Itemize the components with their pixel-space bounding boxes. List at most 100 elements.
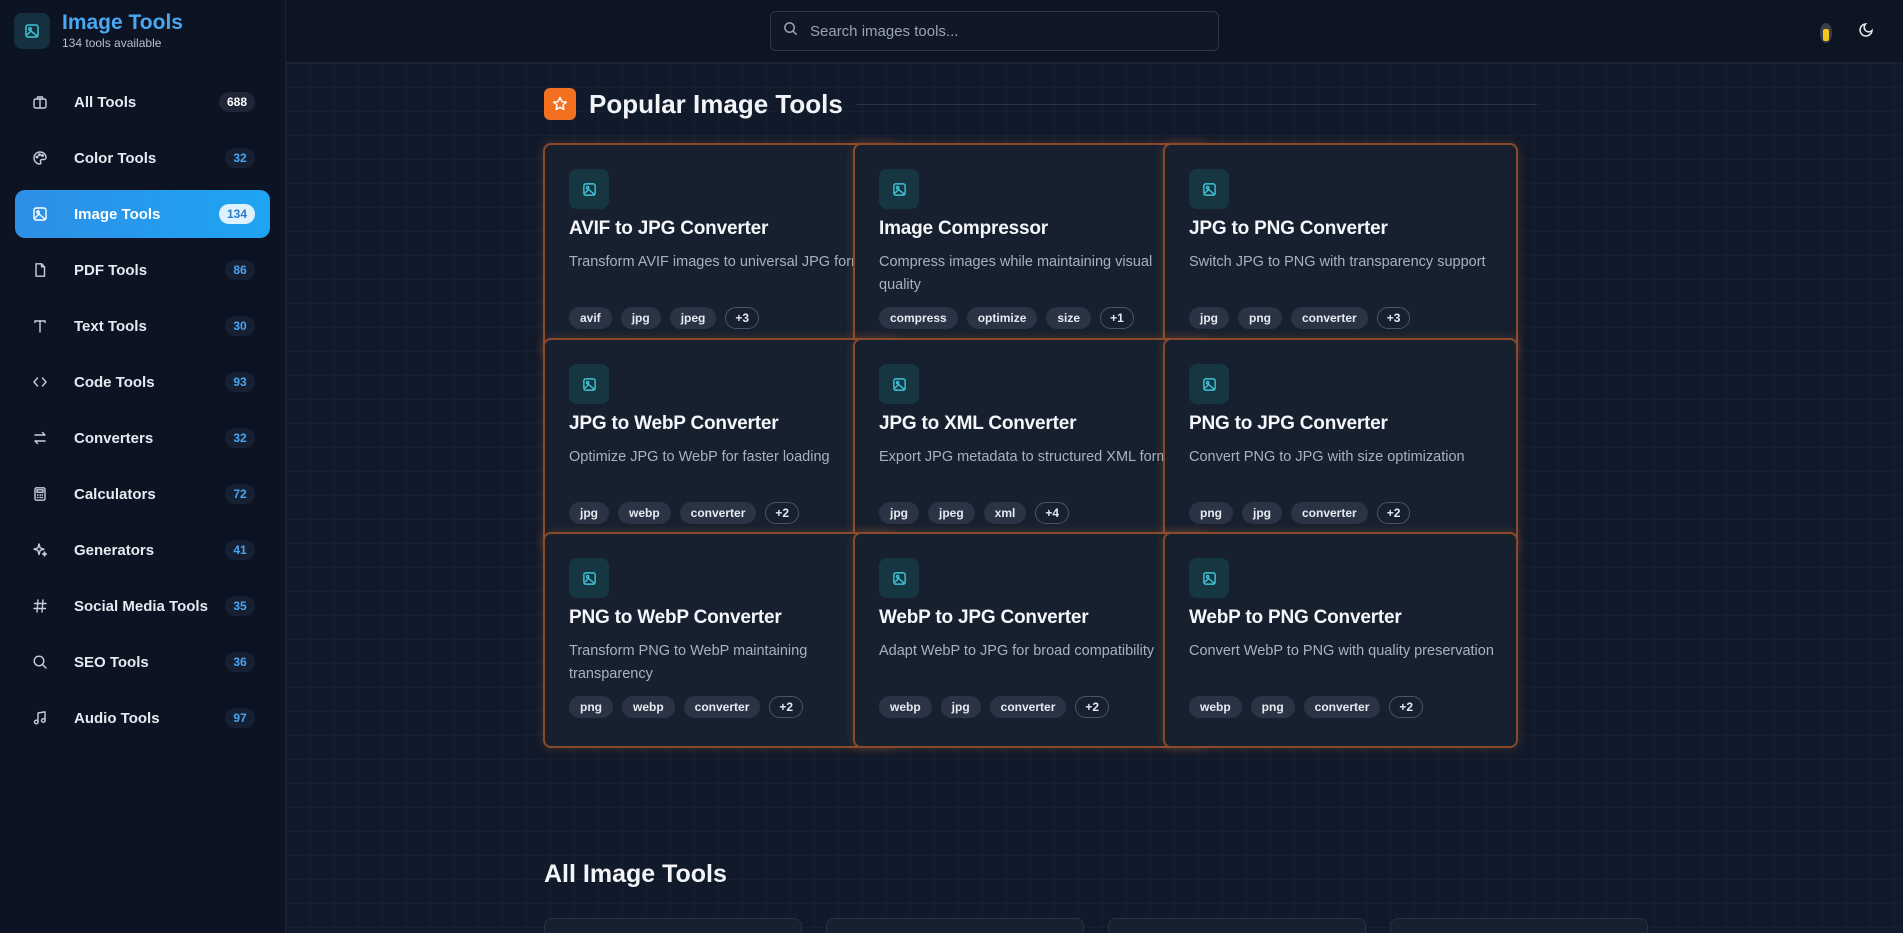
count-badge: 134 (218, 204, 255, 224)
more-tags-badge: +3 (1376, 307, 1411, 329)
tag: converter (1291, 307, 1368, 329)
tag: converter (683, 696, 761, 718)
tool-card[interactable]: JPG to PNG Converter Switch JPG to PNG wi… (1163, 143, 1518, 359)
tag-list: jpg png converter +3 (1189, 307, 1496, 329)
card-title: JPG to PNG Converter (1189, 218, 1388, 239)
card-description: Transform AVIF images to universal JPG f… (569, 254, 876, 270)
tag-list: avif jpg jpeg +3 (569, 307, 876, 329)
card-description: Adapt WebP to JPG for broad compatibilit… (879, 643, 1155, 659)
sidebar-item-label: Calculators (74, 485, 156, 503)
search-icon (783, 21, 798, 41)
count-badge: 36 (225, 652, 255, 672)
count-badge: 72 (225, 484, 255, 504)
sparkles-icon (29, 539, 51, 561)
search-box[interactable] (770, 11, 1219, 51)
tag: xml (983, 502, 1027, 524)
sidebar-item-label: Social Media Tools (74, 597, 208, 615)
image-icon (879, 169, 919, 209)
tool-card[interactable]: WebP to PNG Converter Convert WebP to PNG… (1163, 532, 1518, 748)
more-tags-badge: +2 (1075, 696, 1110, 718)
sidebar-item-code-tools[interactable]: Code Tools 93 (15, 358, 270, 406)
tool-card[interactable]: JPG to XML Converter Export JPG metadata … (853, 338, 1208, 554)
image-icon (1189, 558, 1229, 598)
calculator-icon (29, 483, 51, 505)
tool-card[interactable]: Image Compressor Compress images while ma… (853, 143, 1208, 359)
sidebar-item-seo-tools[interactable]: SEO Tools 36 (15, 638, 270, 686)
search-icon (29, 651, 51, 673)
tool-card[interactable] (1108, 918, 1366, 933)
image-icon (569, 169, 609, 209)
sidebar-item-pdf-tools[interactable]: PDF Tools 86 (15, 246, 270, 294)
tool-card[interactable]: AVIF to JPG Converter Transform AVIF imag… (543, 143, 898, 359)
tag: webp (618, 502, 671, 524)
palette-icon (29, 147, 51, 169)
user-avatar-icon[interactable] (1816, 20, 1836, 44)
tool-card[interactable]: WebP to JPG Converter Adapt WebP to JPG f… (853, 532, 1208, 748)
sidebar-item-generators[interactable]: Generators 41 (15, 526, 270, 574)
tool-card[interactable]: PNG to JPG Converter Convert PNG to JPG w… (1163, 338, 1518, 554)
card-description: Switch JPG to PNG with transparency supp… (1189, 254, 1486, 270)
moon-icon[interactable] (1859, 21, 1881, 43)
card-title: WebP to JPG Converter (879, 607, 1089, 628)
card-description: Transform PNG to WebP maintaining transp… (569, 643, 808, 682)
tag: converter (1291, 502, 1368, 524)
tag-list: png webp converter +2 (569, 696, 876, 718)
tool-card[interactable] (544, 918, 802, 933)
sidebar-item-label: Image Tools (74, 205, 161, 223)
image-icon (1189, 169, 1229, 209)
brand-title: Image Tools (62, 11, 183, 34)
tag: jpg (1189, 307, 1229, 329)
tool-card[interactable] (826, 918, 1084, 933)
tag: png (569, 696, 613, 718)
tag: webp (622, 696, 675, 718)
image-icon (879, 558, 919, 598)
arrows-icon (29, 427, 51, 449)
card-title: Image Compressor (879, 218, 1048, 239)
star-icon (544, 88, 576, 120)
sidebar-item-label: All Tools (74, 93, 137, 111)
sidebar-item-social-media-tools[interactable]: Social Media Tools 35 (15, 582, 270, 630)
card-title: AVIF to JPG Converter (569, 218, 769, 239)
sidebar-item-text-tools[interactable]: Text Tools 30 (15, 302, 270, 350)
tag-list: jpg jpeg xml +4 (879, 502, 1186, 524)
sidebar-item-calculators[interactable]: Calculators 72 (15, 470, 270, 518)
sidebar-item-label: Color Tools (74, 149, 157, 167)
sidebar-item-image-tools[interactable]: Image Tools 134 (15, 190, 270, 238)
grid-icon (29, 91, 51, 113)
sidebar: Image Tools 134 tools available All Tool… (0, 0, 286, 933)
popular-header: Popular Image Tools (544, 88, 1544, 120)
sidebar-item-converters[interactable]: Converters 32 (15, 414, 270, 462)
tag: optimize (966, 307, 1038, 329)
search-input[interactable] (810, 22, 1190, 40)
tool-card[interactable]: PNG to WebP Converter Transform PNG to We… (543, 532, 898, 748)
sidebar-item-label: PDF Tools (74, 261, 148, 279)
more-tags-badge: +2 (769, 696, 804, 718)
text-icon (29, 315, 51, 337)
card-description: Convert WebP to PNG with quality preserv… (1189, 643, 1494, 659)
main-content: Popular Image Tools AVIF to JPG Converte… (286, 63, 1903, 933)
tag: jpg (1242, 502, 1282, 524)
image-icon (879, 364, 919, 404)
sidebar-item-color-tools[interactable]: Color Tools 32 (15, 134, 270, 182)
card-title: JPG to WebP Converter (569, 413, 779, 434)
sidebar-item-label: Audio Tools (74, 709, 160, 727)
tag: png (1238, 307, 1282, 329)
tool-card[interactable]: JPG to WebP Converter Optimize JPG to Web… (543, 338, 898, 554)
sidebar-item-label: Converters (74, 429, 154, 447)
count-badge: 97 (225, 708, 255, 728)
more-tags-badge: +1 (1100, 307, 1134, 329)
image-icon (569, 558, 609, 598)
count-badge: 32 (225, 148, 255, 168)
tag: jpg (879, 502, 919, 524)
brand-subtitle: 134 tools available (62, 36, 162, 50)
sidebar-item-label: SEO Tools (74, 653, 149, 671)
tool-card[interactable] (1390, 918, 1648, 933)
sidebar-item-audio-tools[interactable]: Audio Tools 97 (15, 694, 270, 742)
tag-list: png jpg converter +2 (1189, 502, 1496, 524)
brand[interactable]: Image Tools 134 tools available (14, 12, 183, 50)
sidebar-item-all-tools[interactable]: All Tools 688 (15, 78, 270, 126)
count-badge: 35 (225, 596, 255, 616)
count-badge: 32 (225, 428, 255, 448)
tag: webp (1189, 696, 1242, 718)
tag: jpeg (669, 307, 717, 329)
